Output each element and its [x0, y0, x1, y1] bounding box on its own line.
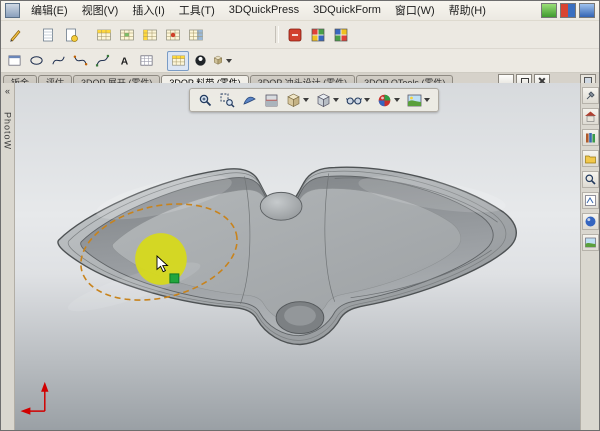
menu-bar: 编辑(E) 视图(V) 插入(I) 工具(T) 3DQuickPress 3DQ…: [1, 1, 599, 21]
multicolor-app-icon[interactable]: [560, 3, 576, 18]
menu-item-help[interactable]: 帮助(H): [442, 0, 493, 21]
strip-table-icon-2[interactable]: [115, 24, 138, 46]
zoom-area-icon[interactable]: [217, 91, 238, 110]
quad-color-icon[interactable]: [306, 24, 329, 46]
collapse-chevron-icon[interactable]: «: [5, 86, 10, 96]
strip-table-icon-4[interactable]: [161, 24, 184, 46]
chevron-down-icon[interactable]: [333, 98, 339, 102]
vertex-marker[interactable]: [170, 274, 179, 283]
sheet-new-icon[interactable]: [59, 24, 82, 46]
svg-text:A: A: [120, 56, 128, 67]
menu-item-window[interactable]: 窗口(W): [388, 0, 442, 21]
chevron-down-icon[interactable]: [394, 98, 400, 102]
menu-item-insert[interactable]: 插入(I): [125, 0, 171, 21]
model-canvas[interactable]: [15, 83, 580, 430]
file-explorer-icon[interactable]: [582, 150, 599, 167]
red-die-icon[interactable]: [283, 24, 306, 46]
curve-tool-icon[interactable]: [47, 51, 69, 71]
sheet-icon[interactable]: [36, 24, 59, 46]
green-app-icon[interactable]: [541, 3, 557, 18]
collapsed-left-panel: « PhotoW: [1, 83, 15, 430]
chevron-down-icon[interactable]: [364, 98, 370, 102]
menubar-right-icons: [541, 3, 599, 18]
app-icon: [5, 3, 20, 18]
apply-scene-icon[interactable]: [404, 91, 433, 110]
view-orientation-icon[interactable]: [283, 91, 312, 110]
resources-home-icon[interactable]: [582, 108, 599, 125]
main-area: « PhotoW: [1, 83, 599, 430]
view-palette-icon[interactable]: [582, 192, 599, 209]
menu-item-edit[interactable]: 编辑(E): [24, 0, 75, 21]
window-icon[interactable]: [3, 51, 25, 71]
pencil-icon[interactable]: [3, 24, 26, 46]
strip-layout-active-icon[interactable]: [167, 51, 189, 71]
blue-app-icon[interactable]: [579, 3, 595, 18]
ellipse-tool-icon[interactable]: [25, 51, 47, 71]
cube-dropdown-icon[interactable]: [211, 51, 233, 71]
photoworks-panel-tab[interactable]: PhotoW: [3, 112, 13, 150]
zoom-fit-icon[interactable]: [195, 91, 216, 110]
chevron-down-icon[interactable]: [303, 98, 309, 102]
curve-points-icon[interactable]: [69, 51, 91, 71]
eight-ball-icon[interactable]: [189, 51, 211, 71]
spline-tool-icon[interactable]: [91, 51, 113, 71]
edit-appearance-icon[interactable]: [374, 91, 403, 110]
chevron-down-icon[interactable]: [226, 59, 232, 63]
strip-table-icon-1[interactable]: [92, 24, 115, 46]
toolbar-separator: [275, 26, 279, 43]
app-window: 编辑(E) 视图(V) 插入(I) 工具(T) 3DQuickPress 3DQ…: [0, 0, 600, 431]
menu-item-tools[interactable]: 工具(T): [172, 0, 222, 21]
heads-up-view-toolbar: [189, 88, 439, 112]
display-style-icon[interactable]: [313, 91, 342, 110]
menu-item-3dquickform[interactable]: 3DQuickForm: [306, 2, 388, 19]
quad-color-alt-icon[interactable]: [329, 24, 352, 46]
pin-icon[interactable]: [582, 87, 599, 104]
origin-triad: [22, 383, 48, 414]
text-tool-icon[interactable]: A: [113, 51, 135, 71]
task-pane-bar: [580, 83, 599, 430]
menu-item-view[interactable]: 视图(V): [75, 0, 126, 21]
zoom-selection-icon[interactable]: [239, 91, 260, 110]
search-icon[interactable]: [582, 171, 599, 188]
scenes-icon[interactable]: [582, 234, 599, 251]
menu-item-3dquickpress[interactable]: 3DQuickPress: [222, 2, 306, 19]
toolbar-standard: [1, 21, 599, 49]
strip-table-icon-3[interactable]: [138, 24, 161, 46]
appearances-icon[interactable]: [582, 213, 599, 230]
bowtie-shell-part[interactable]: [58, 166, 516, 344]
graphics-viewport[interactable]: [15, 83, 580, 430]
strip-table-icon-5[interactable]: [184, 24, 207, 46]
chevron-down-icon[interactable]: [424, 98, 430, 102]
hide-show-items-icon[interactable]: [343, 91, 373, 110]
section-view-icon[interactable]: [261, 91, 282, 110]
design-library-icon[interactable]: [582, 129, 599, 146]
toolbar-sketch: A: [1, 49, 599, 73]
table-icon[interactable]: [135, 51, 157, 71]
